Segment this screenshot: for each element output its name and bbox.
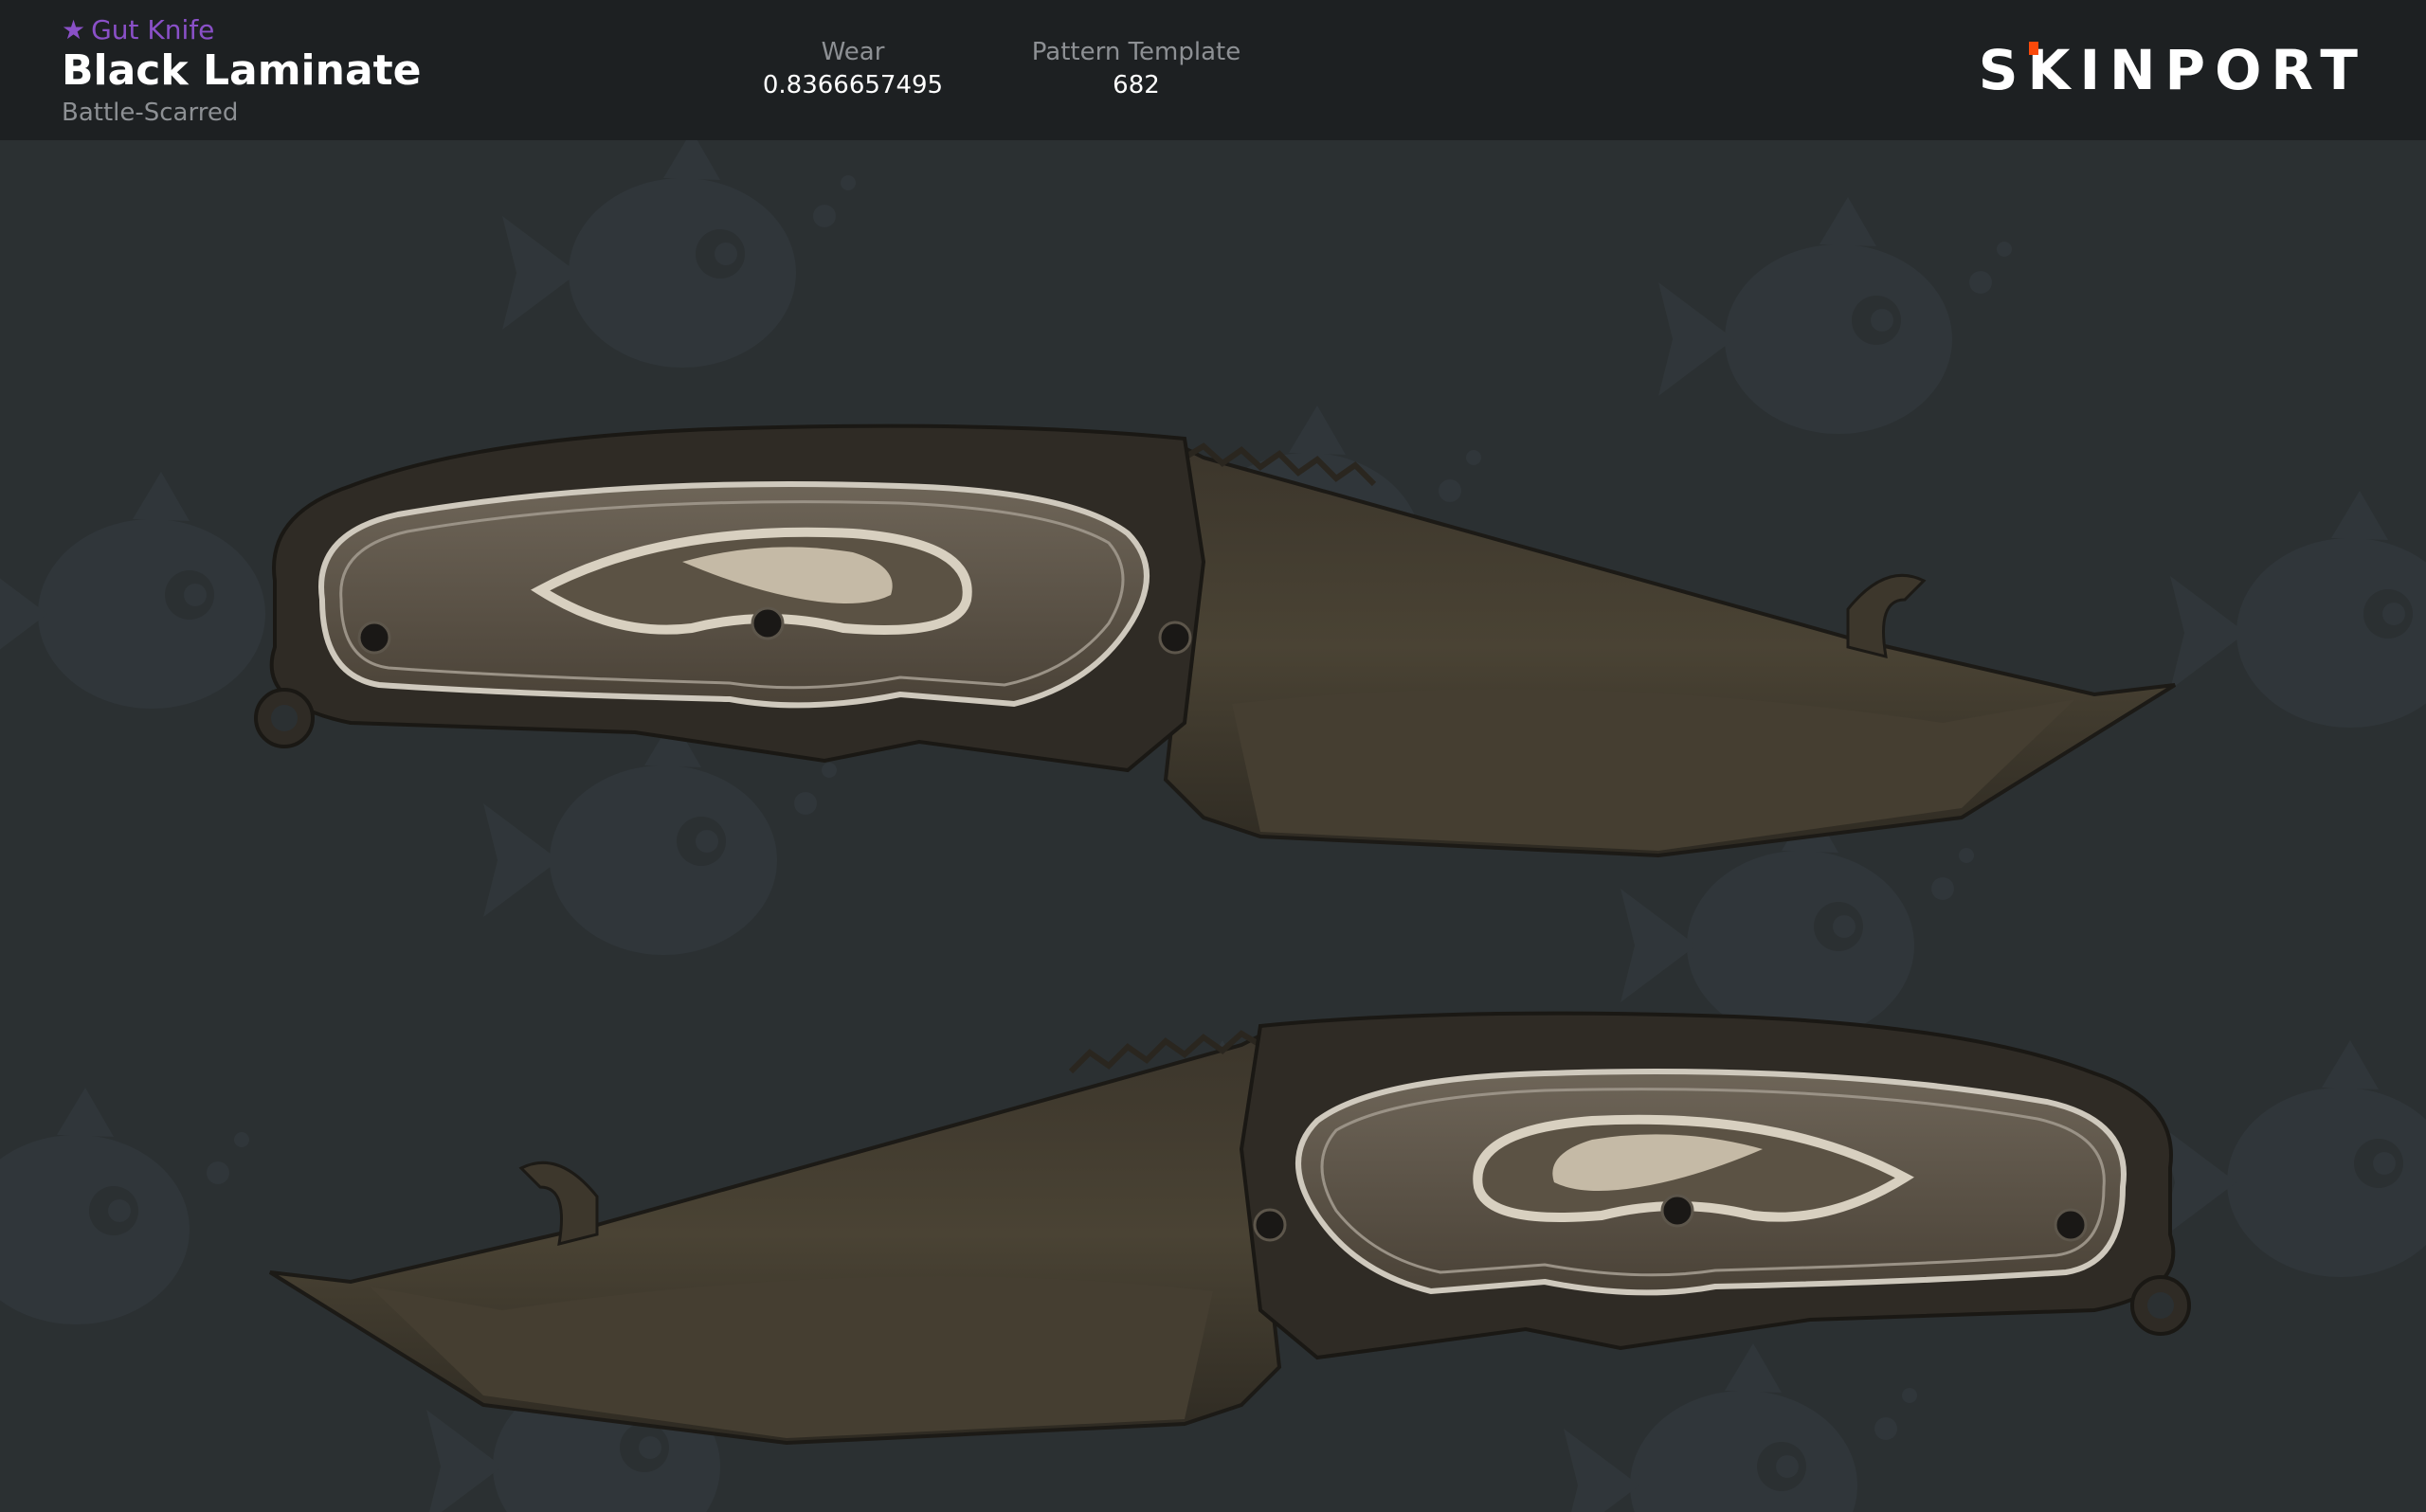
pattern-value: 682 [1113,71,1160,99]
knife-view-left [268,1011,2191,1446]
pattern-stat: Pattern Template 682 [985,36,1288,102]
item-preview-stage [0,140,2426,1512]
item-header: ★ Gut Knife Black Laminate Battle-Scarred… [0,0,2426,140]
logo-prefix: S [1978,38,2028,102]
wear-stat: Wear 0.8366657495 [701,36,1005,102]
item-type-label: Gut Knife [91,14,215,45]
skinport-logo: SKINPORT [1979,38,2367,102]
knife-view-right [254,423,2177,858]
logo-accent-letter: K [2027,38,2080,102]
item-type: ★ Gut Knife [62,13,214,47]
wear-label: Wear [821,38,885,66]
logo-suffix: INPORT [2079,38,2367,102]
star-icon: ★ [62,14,86,45]
item-exterior: Battle-Scarred [62,99,239,127]
item-name: Black Laminate [62,46,422,95]
wear-value: 0.8366657495 [762,71,944,99]
pattern-label: Pattern Template [1031,38,1241,66]
